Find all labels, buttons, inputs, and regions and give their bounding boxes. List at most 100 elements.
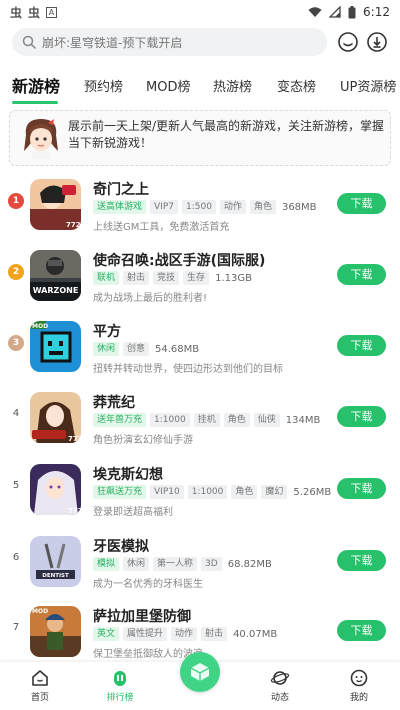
game-title: 埃克斯幻想 [93, 467, 163, 483]
game-title: 平方 [93, 324, 121, 340]
game-icon-warzone: WARZONE [30, 250, 81, 301]
list-item[interactable]: 3 MOD 平方 休闲 创意 54.68MB 扭转并转动世界，使四边形达到他们的… [0, 321, 400, 391]
tag: 仙侠 [253, 413, 280, 427]
download-button[interactable]: 下载 [337, 620, 386, 641]
game-title: 奇门之上 [93, 182, 149, 198]
download-button[interactable]: 下载 [337, 550, 386, 571]
file-size: 54.68MB [155, 343, 200, 355]
tab-new-games[interactable]: 新游榜 [12, 73, 60, 97]
download-button[interactable]: 下载 [337, 478, 386, 499]
game-title: 牙医模拟 [93, 539, 149, 555]
tag: 1:1000 [150, 413, 190, 427]
center-game-box-button[interactable] [180, 652, 220, 692]
game-icon-aikesi: 7723 [30, 464, 81, 515]
file-size: 134MB [285, 414, 321, 426]
search-placeholder: 崩坏:星穹铁道-预下载开启 [42, 35, 183, 50]
game-description: 角色扮演玄幻修仙手游 [93, 435, 193, 446]
mascot-avatar-icon [24, 119, 58, 159]
search-input[interactable]: 崩坏:星穹铁道-预下载开启 [12, 28, 327, 56]
tag: 动作 [171, 627, 198, 641]
file-size: 1.13GB [215, 272, 252, 284]
file-size: 368MB [281, 201, 317, 213]
file-size: 68.82MB [227, 558, 272, 570]
tag: 角色 [223, 413, 250, 427]
status-time: 6:12 [363, 5, 390, 19]
message-icon[interactable] [335, 29, 361, 55]
nav-home-label: 首页 [30, 693, 49, 703]
download-manager-icon[interactable] [364, 29, 390, 55]
tag: 英文 [93, 627, 120, 641]
battery-icon [348, 5, 356, 18]
tag: 创意 [123, 342, 150, 356]
signal-icon [329, 6, 341, 18]
home-icon [32, 670, 48, 686]
list-item[interactable]: 4 7723 莽荒纪 送年兽万充 1:1000 挂机 角色 仙侠 134MB 角… [0, 392, 400, 462]
download-button[interactable]: 下载 [337, 335, 386, 356]
list-item[interactable]: 6 DENTIST 牙医模拟 模拟 休闲 第一人称 3D 68.82MB 成为一… [0, 536, 400, 606]
tag: 休闲 [93, 342, 120, 356]
status-bar: 虫 虫 A 6:12 [0, 0, 400, 24]
game-description: 成为一名优秀的牙科医生 [93, 579, 203, 590]
game-title: 莽荒纪 [93, 395, 135, 411]
tag: 第一人称 [153, 557, 198, 571]
icon-badge-text: DENTIST [42, 573, 69, 579]
ranking-tabs: 新游榜 预约榜 MOD榜 热游榜 变态榜 UP资源榜 [0, 70, 400, 100]
nav-profile-label: 我的 [349, 693, 368, 703]
tag: 模拟 [93, 557, 120, 571]
tag: 角色 [231, 485, 258, 499]
tag: 射击 [201, 627, 228, 641]
tab-mod[interactable]: MOD榜 [146, 76, 190, 95]
tag-list: 送高体游戏 VIP7 1:500 动作 角色 368MB [93, 200, 317, 214]
download-button[interactable]: 下载 [337, 264, 386, 285]
game-box-icon [190, 663, 210, 681]
game-title: 使命召唤:战区手游(国际服) [93, 253, 266, 269]
active-tab-indicator [12, 101, 58, 104]
rank-badge: 3 [8, 335, 24, 351]
tag: VIP7 [150, 200, 178, 214]
icon-badge-text: MOD [32, 323, 48, 330]
nav-home[interactable]: 首页 [10, 668, 70, 703]
tag-list: 休闲 创意 54.68MB [93, 342, 199, 356]
banner-text: 展示前一天上架/更新人气最高的新游戏，关注新游榜，掌握当下新锐游戏！ [68, 119, 385, 150]
download-button[interactable]: 下载 [337, 406, 386, 427]
tag: 狂飙送万充 [93, 485, 147, 499]
tag-list: 联机 射击 竞技 生存 1.13GB [93, 271, 252, 285]
game-description: 登录即送超高福利 [93, 507, 173, 518]
nav-ranking[interactable]: 排行榜 [90, 668, 150, 703]
list-item[interactable]: 1 7723 奇门之上 送高体游戏 VIP7 1:500 动作 角色 368MB… [0, 179, 400, 249]
nav-feed-label: 动态 [270, 693, 289, 703]
tag: 动作 [219, 200, 246, 214]
bottom-navigation: 首页 排行榜 动态 我的 [0, 652, 400, 710]
tag: 联机 [93, 271, 120, 285]
profile-face-icon [350, 669, 368, 687]
rank-number: 4 [12, 408, 20, 419]
nav-profile[interactable]: 我的 [329, 668, 389, 703]
tag-list: 狂飙送万充 VIP10 1:1000 角色 魔幻 5.26MB [93, 485, 331, 499]
tag: 休闲 [123, 557, 150, 571]
tag: 魔幻 [261, 485, 288, 499]
rank-badge: 2 [8, 264, 24, 280]
file-size: 5.26MB [293, 486, 332, 498]
game-description: 成为战场上最后的胜利者! [93, 293, 208, 304]
game-icon-manghuangji: 7723 [30, 392, 81, 443]
tab-up-resources[interactable]: UP资源榜 [340, 76, 396, 95]
icon-badge-text: 7723 [68, 507, 81, 515]
list-item[interactable]: 5 7723 埃克斯幻想 狂飙送万充 VIP10 1:1000 角色 魔幻 5.… [0, 464, 400, 534]
game-icon-square: MOD [30, 321, 81, 372]
download-button[interactable]: 下载 [337, 193, 386, 214]
nav-feed[interactable]: 动态 [250, 668, 310, 703]
tag: 角色 [249, 200, 276, 214]
tab-modded[interactable]: 变态榜 [277, 76, 316, 95]
icon-badge-text: 7723 [66, 221, 81, 229]
tag: 1:1000 [187, 485, 228, 499]
tag: 竞技 [153, 271, 180, 285]
list-item[interactable]: 2 WARZONE 使命召唤:战区手游(国际服) 联机 射击 竞技 生存 1.1… [0, 250, 400, 320]
rank-number: 6 [12, 552, 20, 563]
search-icon [22, 35, 36, 49]
icon-badge-text: WARZONE [33, 286, 79, 295]
tab-hot-games[interactable]: 热游榜 [213, 76, 252, 95]
tag: 挂机 [193, 413, 220, 427]
tag: 送年兽万充 [93, 413, 147, 427]
tab-reservation[interactable]: 预约榜 [84, 76, 123, 95]
tag-list: 送年兽万充 1:1000 挂机 角色 仙侠 134MB [93, 413, 320, 427]
